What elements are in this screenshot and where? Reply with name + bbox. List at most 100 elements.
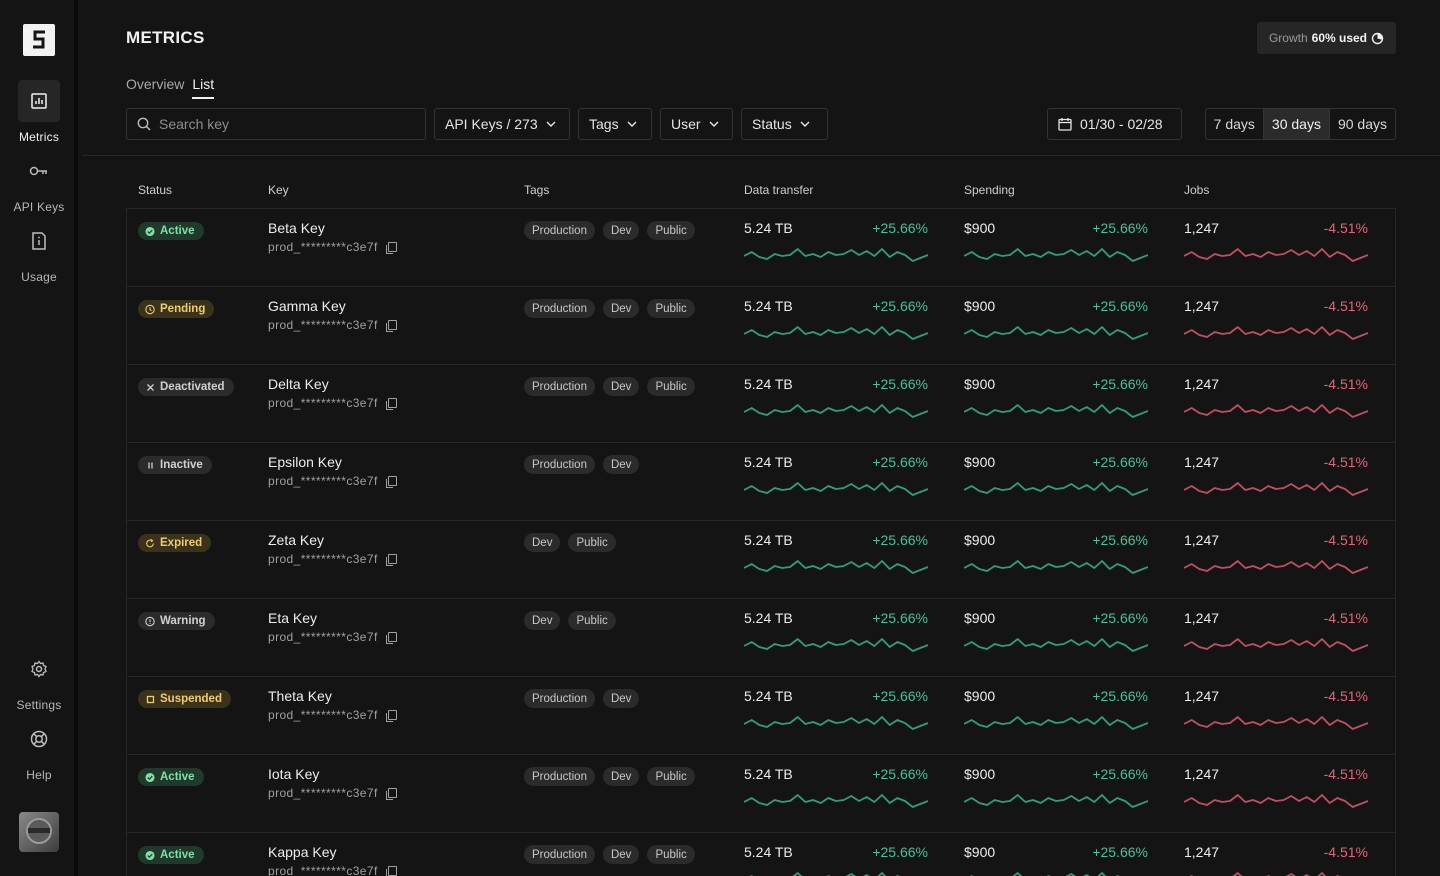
table-row[interactable]: Suspended Theta Key prod_*********c3e7f Pro…	[127, 677, 1395, 755]
search-input[interactable]	[159, 116, 399, 132]
copy-icon[interactable]	[385, 242, 397, 254]
tag-chip[interactable]: Production	[524, 689, 595, 708]
column-header-jobs[interactable]: Jobs	[1184, 183, 1209, 197]
data-transfer-change: +25.66%	[872, 454, 928, 470]
time-range-segmented-control: 7 days 30 days 90 days	[1204, 108, 1396, 140]
tag-chip[interactable]: Dev	[602, 845, 640, 864]
table-row[interactable]: Active Beta Key prod_*********c3e7f Product…	[127, 209, 1395, 287]
key-name[interactable]: Theta Key	[268, 688, 332, 704]
tag-chip[interactable]: Public	[647, 377, 695, 396]
tag-chip[interactable]: Dev	[524, 533, 561, 552]
view-tabs: Overview List	[126, 76, 215, 99]
tag-chip[interactable]: Dev	[602, 767, 640, 786]
copy-icon[interactable]	[385, 788, 397, 800]
avatar[interactable]	[19, 812, 59, 852]
key-id: prod_*********c3e7f	[268, 552, 397, 566]
tag-chip[interactable]: Dev	[602, 377, 640, 396]
tag-chip[interactable]: Production	[524, 845, 595, 864]
tag-chip[interactable]: Public	[647, 767, 695, 786]
filter-toolbar: API Keys / 273 Tags User Status 01/30 - …	[126, 108, 1396, 140]
sidebar-item-metrics[interactable]: Metrics	[0, 80, 78, 144]
spending-value: $900	[964, 844, 996, 860]
key-name[interactable]: Iota Key	[268, 766, 319, 782]
tag-chip[interactable]: Dev	[602, 689, 640, 708]
copy-icon[interactable]	[385, 866, 397, 876]
sidebar-item-api-keys[interactable]: API Keys	[0, 150, 78, 214]
copy-icon[interactable]	[385, 632, 397, 644]
tag-chip[interactable]: Dev	[602, 299, 640, 318]
app-logo[interactable]	[23, 24, 55, 56]
copy-icon[interactable]	[385, 398, 397, 410]
range-90-days[interactable]: 90 days	[1330, 109, 1395, 139]
tag-chip[interactable]: Public	[647, 221, 695, 240]
document-info-icon	[18, 220, 60, 262]
tag-chip[interactable]: Public	[568, 533, 616, 552]
range-7-days[interactable]: 7 days	[1206, 109, 1264, 139]
status-filter-dropdown[interactable]: Status	[741, 108, 828, 140]
table-row[interactable]: Deactivated Delta Key prod_*********c3e7f P…	[127, 365, 1395, 443]
key-name[interactable]: Kappa Key	[268, 844, 337, 860]
spending-change: +25.66%	[1092, 844, 1148, 860]
key-name[interactable]: Delta Key	[268, 376, 329, 392]
chevron-down-icon	[709, 121, 719, 127]
tab-list[interactable]: List	[192, 76, 215, 99]
status-label: Inactive	[160, 459, 203, 471]
growth-usage-badge[interactable]: Growth 60% used	[1256, 22, 1396, 54]
copy-icon[interactable]	[385, 554, 397, 566]
gear-icon	[18, 648, 60, 690]
key-name[interactable]: Beta Key	[268, 220, 325, 236]
logo-icon	[33, 30, 45, 49]
table-row[interactable]: Pending Gamma Key prod_*********c3e7f Produ…	[127, 287, 1395, 365]
user-filter-dropdown[interactable]: User	[660, 108, 733, 140]
key-name[interactable]: Eta Key	[268, 610, 317, 626]
table-body: Active Beta Key prod_*********c3e7f Product…	[126, 208, 1396, 876]
spending-value: $900	[964, 688, 996, 704]
spending-change: +25.66%	[1092, 688, 1148, 704]
tag-chip[interactable]: Production	[524, 377, 595, 396]
tags-filter-dropdown[interactable]: Tags	[578, 108, 652, 140]
tag-chip[interactable]: Dev	[602, 221, 640, 240]
status-label: Expired	[160, 537, 203, 549]
jobs-value: 1,247	[1184, 376, 1220, 392]
table-row[interactable]: Warning Eta Key prod_*********c3e7f Dev Publ…	[127, 599, 1395, 677]
column-header-data-transfer[interactable]: Data transfer	[744, 183, 813, 197]
copy-icon[interactable]	[385, 476, 397, 488]
page-title: METRICS	[126, 28, 205, 47]
column-header-spending[interactable]: Spending	[964, 183, 1015, 197]
range-30-days[interactable]: 30 days	[1263, 109, 1330, 139]
spending-change: +25.66%	[1092, 376, 1148, 392]
tag-chip[interactable]: Production	[524, 767, 595, 786]
column-header-status[interactable]: Status	[138, 183, 172, 197]
status-badge: Inactive	[138, 456, 212, 474]
tag-chip[interactable]: Dev	[602, 455, 640, 474]
column-header-tags[interactable]: Tags	[524, 183, 549, 197]
api-keys-filter-dropdown[interactable]: API Keys / 273	[434, 108, 570, 140]
tag-chip[interactable]: Dev	[524, 611, 561, 630]
copy-icon[interactable]	[385, 320, 397, 332]
tag-chip[interactable]: Production	[524, 455, 595, 474]
column-header-key[interactable]: Key	[268, 183, 289, 197]
key-name[interactable]: Gamma Key	[268, 298, 346, 314]
copy-icon[interactable]	[385, 710, 397, 722]
tag-chip[interactable]: Public	[647, 299, 695, 318]
search-box[interactable]	[126, 108, 426, 140]
tag-chip[interactable]: Production	[524, 221, 595, 240]
tab-overview[interactable]: Overview	[126, 76, 184, 99]
api-keys-filter-label: API Keys / 273	[445, 116, 538, 132]
key-id-value: prod_*********c3e7f	[268, 786, 378, 800]
key-name[interactable]: Zeta Key	[268, 532, 324, 548]
tag-chip[interactable]: Public	[647, 845, 695, 864]
table-row[interactable]: Inactive Epsilon Key prod_*********c3e7f Pr…	[127, 443, 1395, 521]
status-badge: Suspended	[138, 690, 231, 708]
main-content: METRICS Growth 60% used Overview List AP…	[82, 0, 1440, 876]
sidebar-item-settings[interactable]: Settings	[0, 648, 78, 712]
tag-chip[interactable]: Public	[568, 611, 616, 630]
sidebar-item-help[interactable]: Help	[0, 718, 78, 782]
table-row[interactable]: Active Iota Key prod_*********c3e7f Product…	[127, 755, 1395, 833]
sidebar-item-usage[interactable]: Usage	[0, 220, 78, 284]
tag-chip[interactable]: Production	[524, 299, 595, 318]
key-name[interactable]: Epsilon Key	[268, 454, 342, 470]
table-row[interactable]: Expired Zeta Key prod_*********c3e7f Dev Pub…	[127, 521, 1395, 599]
table-row[interactable]: Active Kappa Key prod_*********c3e7f Produc…	[127, 833, 1395, 876]
date-range-picker[interactable]: 01/30 - 02/28	[1047, 108, 1182, 140]
